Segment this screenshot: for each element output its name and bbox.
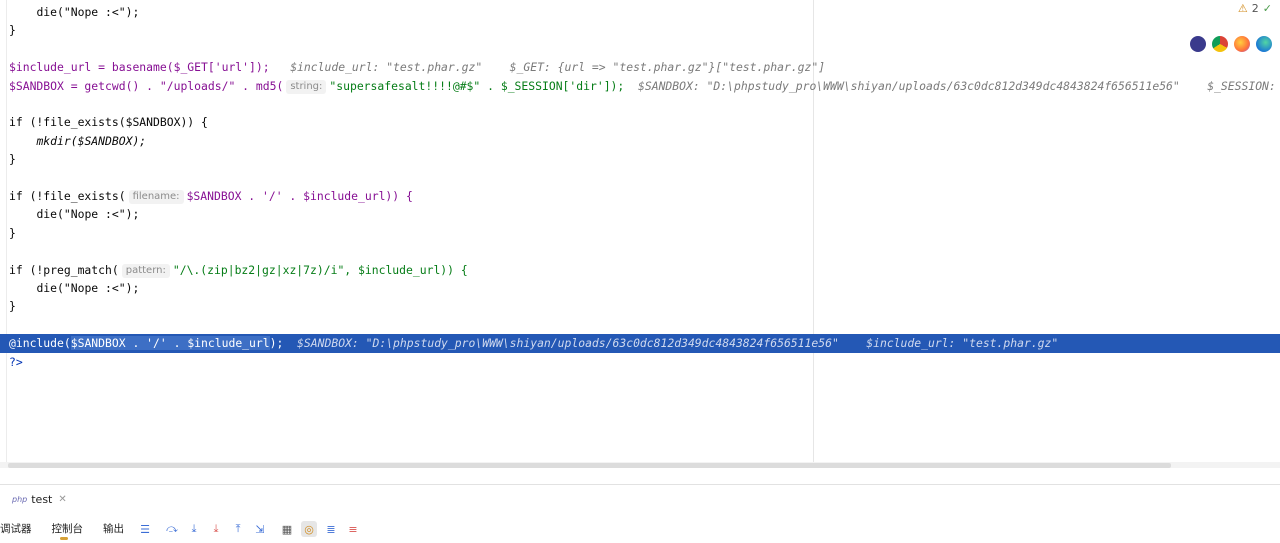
code-line[interactable]: $SANDBOX = getcwd() . "/uploads/" . md5(… [0, 77, 1280, 95]
code-line[interactable]: } [0, 297, 1280, 315]
close-icon[interactable]: ✕ [58, 494, 66, 505]
code-line[interactable]: if (!file_exists($SANDBOX)) { [0, 113, 1280, 131]
tab-output[interactable]: 输出 [93, 518, 134, 540]
code-line[interactable]: die("Nope :<"); [0, 279, 1280, 297]
firefox-icon[interactable] [1234, 36, 1250, 52]
parameter-hint: pattern: [121, 263, 170, 278]
chrome-icon[interactable] [1212, 36, 1228, 52]
code-line[interactable]: $include_url = basename($_GET['url']); $… [0, 58, 1280, 76]
horizontal-scrollbar[interactable] [0, 462, 1280, 468]
run-config-label: test [31, 493, 53, 506]
warning-count: 2 [1251, 2, 1259, 15]
settings-list-icon[interactable]: ≡ [345, 521, 361, 537]
parameter-hint: string: [286, 79, 327, 94]
tab-debugger[interactable]: 调试器 [0, 518, 42, 540]
scrollbar-thumb[interactable] [8, 463, 1171, 468]
php-icon: php [12, 495, 28, 504]
watch-icon[interactable]: ◎ [301, 521, 317, 537]
current-execution-line[interactable]: @include($SANDBOX . '/' . $include_url);… [0, 334, 1280, 353]
step-out-icon[interactable]: ⤒ [230, 521, 246, 537]
code-line[interactable]: } [0, 150, 1280, 168]
phpstorm-icon[interactable] [1190, 36, 1206, 52]
menu-icon[interactable]: ☰ [137, 521, 153, 537]
inspection-widget[interactable]: ⚠ 2 ✓ [1238, 2, 1272, 15]
code-line[interactable]: die("Nope :<"); [0, 205, 1280, 223]
step-into-icon[interactable]: ⤓ [186, 521, 202, 537]
warning-icon: ⚠ [1237, 2, 1248, 15]
check-icon: ✓ [1262, 2, 1272, 15]
evaluate-icon[interactable]: ▦ [279, 521, 295, 537]
code-editor[interactable]: die("Nope :<"); } $include_url = basenam… [0, 0, 1280, 462]
code-line[interactable]: die("Nope :<"); [0, 3, 1280, 21]
step-over-icon[interactable]: ⤼ [164, 521, 180, 537]
inline-debug-values: $SANDBOX: "D:\phpstudy_pro\WWW\shiyan/up… [297, 336, 1059, 351]
selection[interactable]: $SANDBOX . '/' . $include_url [70, 336, 270, 351]
code-line[interactable]: } [0, 21, 1280, 39]
code-line[interactable]: ?> [0, 353, 1280, 371]
code-line[interactable]: } [0, 224, 1280, 242]
edge-icon[interactable] [1256, 36, 1272, 52]
debug-toolbar: 调试器 控制台 输出 ☰ ⤼ ⤓ ⤓ ⤒ ⇲ ▦ ◎ ≣ ≡ [0, 518, 364, 540]
inline-debug-values: $include_url: "test.phar.gz" $_GET: {url… [290, 60, 826, 75]
debug-panel: php test ✕ 调试器 控制台 输出 ☰ ⤼ ⤓ ⤓ ⤒ ⇲ ▦ ◎ ≣ … [0, 485, 1280, 543]
code-line[interactable]: mkdir($SANDBOX); [0, 132, 1280, 150]
parameter-hint: filename: [128, 190, 184, 204]
force-step-into-icon[interactable]: ⤓ [208, 521, 224, 537]
run-to-cursor-icon[interactable]: ⇲ [252, 521, 268, 537]
tab-console[interactable]: 控制台 [42, 518, 94, 540]
code-line[interactable]: if (!file_exists(filename: $SANDBOX . '/'… [0, 187, 1280, 205]
browser-preview-bar [1186, 34, 1276, 54]
code-line[interactable]: if (!preg_match(pattern: "/\.(zip|bz2|gz|… [0, 261, 1280, 279]
frames-icon[interactable]: ≣ [323, 521, 339, 537]
inline-debug-values: $SANDBOX: "D:\phpstudy_pro\WWW\shiyan/up… [638, 78, 1280, 93]
run-config-tab[interactable]: php test ✕ [12, 493, 67, 506]
